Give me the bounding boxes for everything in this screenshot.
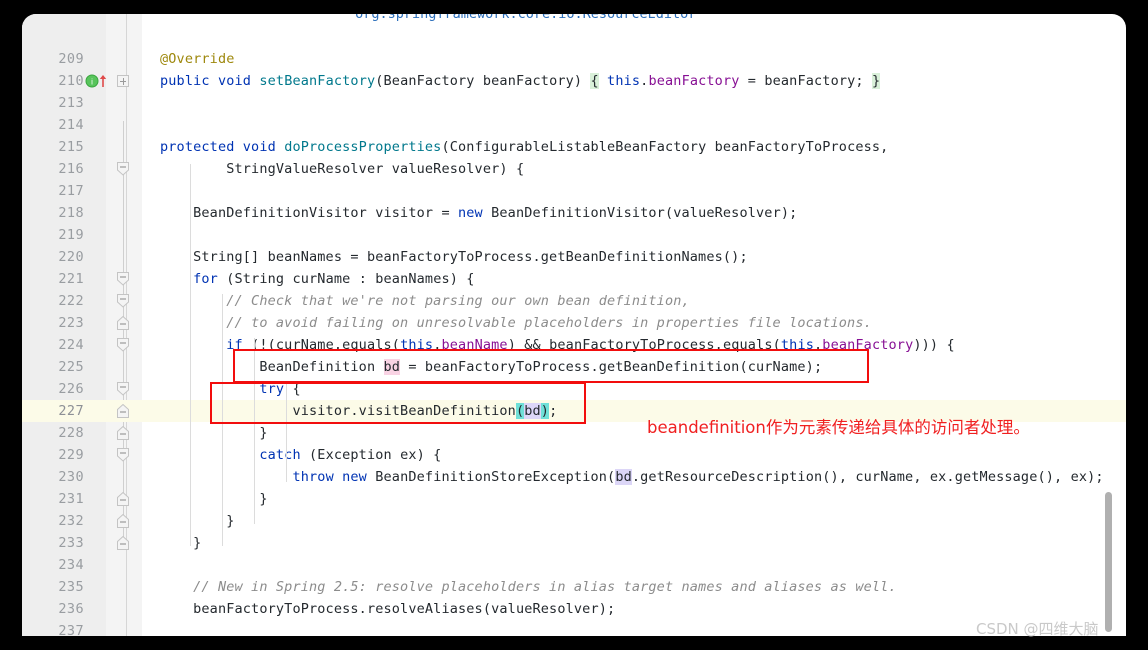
code-line-213[interactable]: 213: [22, 92, 1126, 114]
code-line-209[interactable]: 209 @Override: [22, 48, 1126, 70]
fold-collapse-icon[interactable]: [117, 448, 129, 462]
fold-collapse-icon[interactable]: [117, 316, 129, 330]
line-number[interactable]: 210: [22, 70, 84, 92]
line-number[interactable]: 218: [22, 202, 84, 224]
line-number[interactable]: 237: [22, 620, 84, 636]
code-editor-panel[interactable]: org.springframework.core.io.ResourceEdit…: [22, 14, 1126, 636]
line-number[interactable]: 232: [22, 510, 84, 532]
code-line-234[interactable]: 234: [22, 554, 1126, 576]
line-number[interactable]: 220: [22, 246, 84, 268]
line-number[interactable]: 221: [22, 268, 84, 290]
code-text: }: [160, 513, 235, 529]
code-line-220[interactable]: 220 String[] beanNames = beanFactoryToPr…: [22, 246, 1126, 268]
code-line-219[interactable]: 219: [22, 224, 1126, 246]
code-text: String[] beanNames = beanFactoryToProces…: [160, 249, 748, 265]
fold-collapse-icon[interactable]: [117, 338, 129, 352]
code-text: // New in Spring 2.5: resolve placeholde…: [160, 579, 897, 595]
vertical-scrollbar-thumb[interactable]: [1105, 492, 1112, 632]
fold-collapse-icon[interactable]: [117, 162, 129, 176]
code-line-229[interactable]: 229 catch (Exception ex) {: [22, 444, 1126, 466]
line-number[interactable]: 214: [22, 114, 84, 136]
line-number[interactable]: 225: [22, 356, 84, 378]
line-number[interactable]: 236: [22, 598, 84, 620]
line-number[interactable]: 235: [22, 576, 84, 598]
code-line-237[interactable]: 237: [22, 620, 1126, 636]
code-line-221[interactable]: 221 for (String curName : beanNames) {: [22, 268, 1126, 290]
code-line-232[interactable]: 232 }: [22, 510, 1126, 532]
code-text: protected void doProcessProperties(Confi…: [160, 139, 889, 155]
line-number[interactable]: 216: [22, 158, 84, 180]
code-line-216[interactable]: 216 StringValueResolver valueResolver) {: [22, 158, 1126, 180]
line-number[interactable]: 209: [22, 48, 84, 70]
fold-collapse-icon[interactable]: [117, 382, 129, 396]
line-number[interactable]: 226: [22, 378, 84, 400]
fold-collapse-icon[interactable]: [117, 514, 129, 528]
code-text: }: [160, 425, 268, 441]
line-number[interactable]: 231: [22, 488, 84, 510]
code-text: }: [160, 491, 268, 507]
code-rows: 209 @Override 210 i public void setBeanFacto…: [22, 14, 1126, 636]
line-number[interactable]: 228: [22, 422, 84, 444]
line-number[interactable]: 222: [22, 290, 84, 312]
line-number[interactable]: 213: [22, 92, 84, 114]
code-text: BeanDefinitionVisitor visitor = new Bean…: [160, 205, 798, 221]
code-text: throw new BeanDefinitionStoreException(b…: [292, 469, 1104, 485]
code-line-214[interactable]: 214: [22, 114, 1126, 136]
code-text: }: [160, 535, 202, 551]
line-number[interactable]: 229: [22, 444, 84, 466]
code-text: @Override: [160, 51, 235, 67]
code-line-218[interactable]: 218 BeanDefinitionVisitor visitor = new …: [22, 202, 1126, 224]
fold-collapse-icon[interactable]: [117, 536, 129, 550]
fold-expand-icon[interactable]: [117, 75, 129, 87]
code-text: StringValueResolver valueResolver) {: [160, 161, 525, 177]
line-number[interactable]: 217: [22, 180, 84, 202]
watermark: CSDN @四维大脑: [976, 620, 1099, 638]
code-line-230[interactable]: 230 throw new BeanDefinitionStoreExcepti…: [22, 466, 1126, 488]
code-line-223[interactable]: 223 // to avoid failing on unresolvable …: [22, 312, 1126, 334]
line-number[interactable]: 219: [22, 224, 84, 246]
fold-collapse-icon[interactable]: [117, 492, 129, 506]
line-number[interactable]: 230: [22, 466, 84, 488]
svg-text:i: i: [91, 78, 93, 87]
fold-collapse-icon[interactable]: [117, 426, 129, 440]
annotation-text: beandefinition作为元素传递给具体的访问者处理。: [647, 418, 1030, 437]
code-line-215[interactable]: 215 protected void doProcessProperties(Co…: [22, 136, 1126, 158]
code-text: catch (Exception ex) {: [259, 447, 442, 463]
indent-guide-1: [190, 164, 191, 546]
code-line-233[interactable]: 233 }: [22, 532, 1126, 554]
code-line-222[interactable]: 222 // Check that we're not parsing our …: [22, 290, 1126, 312]
line-number[interactable]: 215: [22, 136, 84, 158]
fold-collapse-icon[interactable]: [117, 272, 129, 286]
screenshot-root: org.springframework.core.io.ResourceEdit…: [0, 0, 1148, 650]
line-number[interactable]: 233: [22, 532, 84, 554]
code-line-236[interactable]: 236 beanFactoryToProcess.resolveAliases(…: [22, 598, 1126, 620]
red-box-beandefinition-line: [233, 349, 869, 383]
fold-collapse-icon[interactable]: [117, 294, 129, 308]
red-box-visitor-call: [210, 382, 586, 424]
line-number[interactable]: 234: [22, 554, 84, 576]
code-line-217[interactable]: 217: [22, 180, 1126, 202]
fold-collapse-icon[interactable]: [117, 404, 129, 418]
code-text: beanFactoryToProcess.resolveAliases(valu…: [160, 601, 616, 617]
breakpoint-run-icon[interactable]: i: [84, 73, 112, 89]
code-text: public void setBeanFactory(BeanFactory b…: [160, 73, 881, 89]
code-line-235[interactable]: 235 // New in Spring 2.5: resolve placeh…: [22, 576, 1126, 598]
code-text: // to avoid failing on unresolvable plac…: [160, 315, 872, 331]
line-number[interactable]: 227: [22, 400, 84, 422]
line-number[interactable]: 224: [22, 334, 84, 356]
code-line-231[interactable]: 231 }: [22, 488, 1126, 510]
code-text: // Check that we're not parsing our own …: [160, 293, 690, 309]
line-number[interactable]: 223: [22, 312, 84, 334]
code-line-210[interactable]: 210 i public void setBeanFactory(BeanFacto…: [22, 70, 1126, 92]
code-text: for (String curName : beanNames) {: [193, 271, 475, 287]
